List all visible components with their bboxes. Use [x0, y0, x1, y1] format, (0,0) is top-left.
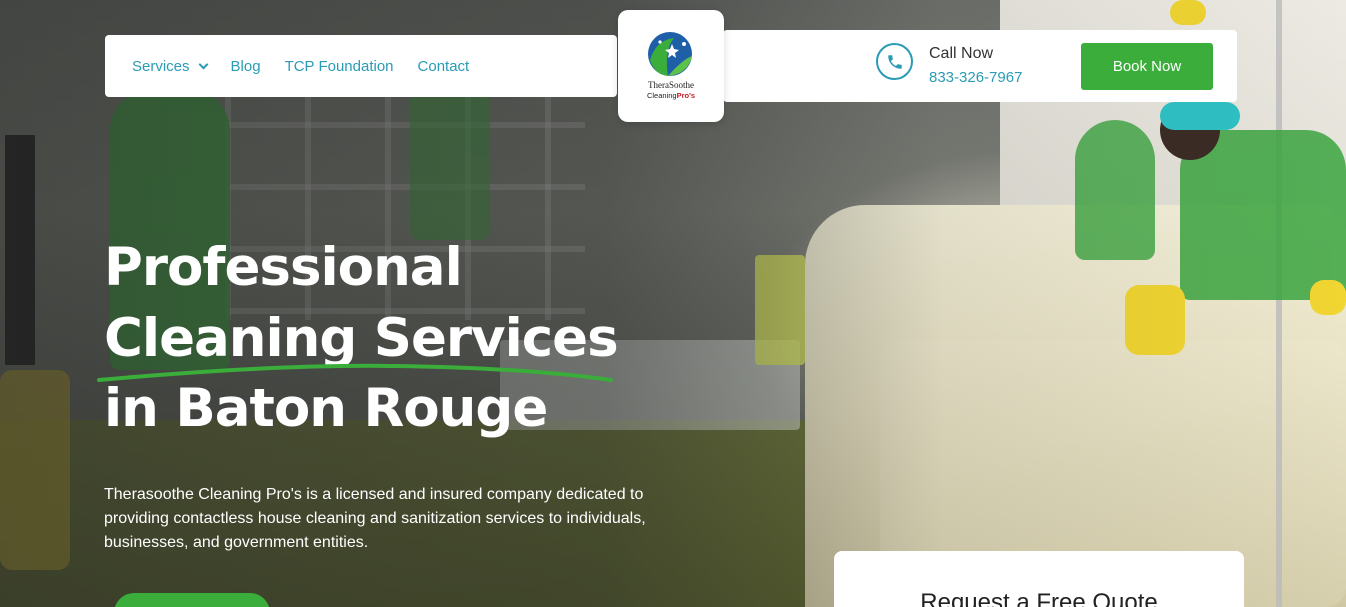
phone-icon	[876, 43, 913, 80]
nav-services-label: Services	[132, 57, 190, 75]
logo-text-cleaning-word: Cleaning	[646, 91, 677, 100]
nav-blog-link[interactable]: Blog	[231, 58, 261, 75]
book-now-button[interactable]: Book Now	[1081, 43, 1213, 90]
quote-request-card: Request a Free Quote	[834, 551, 1244, 607]
main-navigation: Services Blog TCP Foundation Contact	[105, 35, 617, 97]
nav-services-link[interactable]: Services	[132, 57, 208, 75]
logo-text-pros: Pro's	[676, 91, 696, 100]
logo-text-therasoothe: TheraSoothe	[648, 80, 694, 90]
chevron-down-icon	[198, 59, 208, 69]
logo-leaf-icon	[648, 32, 692, 76]
hero-title-line-1: Professional	[104, 237, 463, 298]
hero-description: Therasoothe Cleaning Pro's is a licensed…	[104, 486, 646, 551]
nav-tcp-foundation-link[interactable]: TCP Foundation	[285, 58, 394, 75]
logo-text-cleaning: CleaningPro's	[618, 91, 724, 100]
call-now-label: Call Now	[929, 45, 994, 62]
hero-cta-button[interactable]	[114, 593, 270, 607]
site-logo[interactable]: TheraSoothe CleaningPro's	[618, 10, 724, 122]
phone-number-link[interactable]: 833-326-7967	[929, 69, 1022, 86]
hero-title-line-3: in Baton Rouge	[104, 378, 548, 439]
nav-contact-link[interactable]: Contact	[418, 58, 470, 75]
quote-card-title: Request a Free Quote	[920, 589, 1158, 607]
phone-handset-icon	[887, 54, 902, 69]
